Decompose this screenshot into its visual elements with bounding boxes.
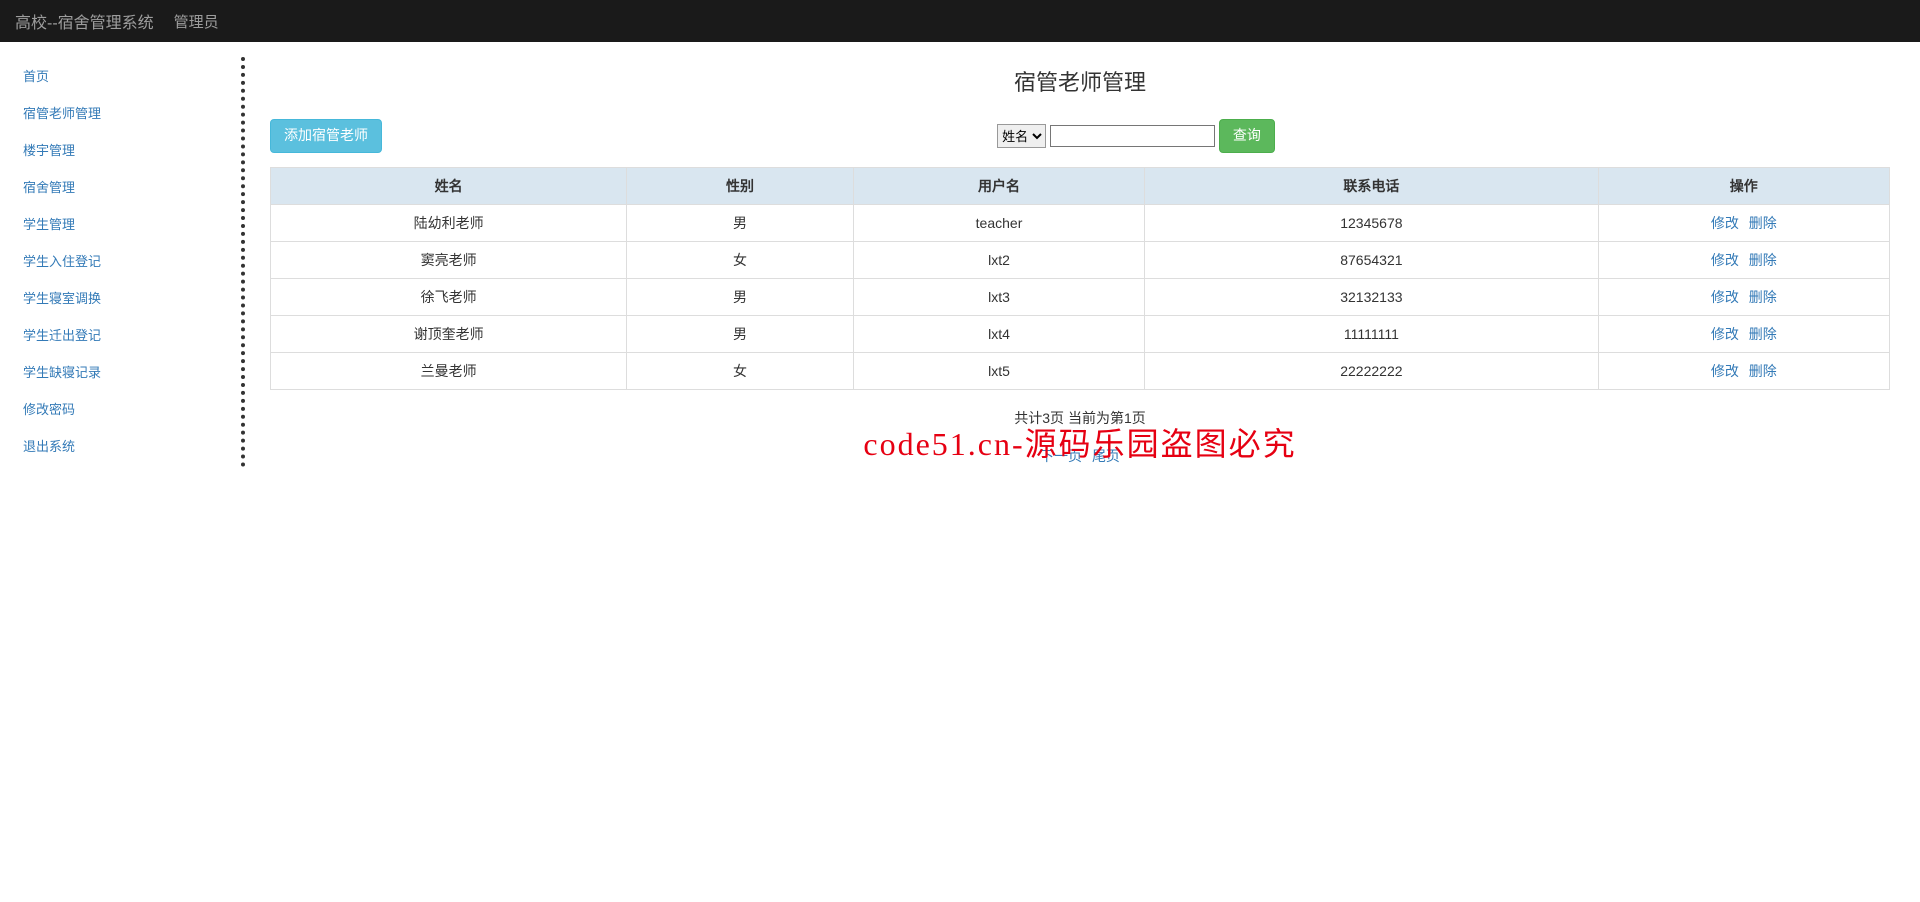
cell-username: lxt2 — [853, 241, 1144, 278]
cell-phone: 12345678 — [1145, 204, 1598, 241]
cell-name: 陆幼利老师 — [271, 204, 627, 241]
sidebar-item-building-mgmt[interactable]: 楼宇管理 — [23, 131, 223, 168]
th-username: 用户名 — [853, 167, 1144, 204]
sidebar-item-absence[interactable]: 学生缺寝记录 — [23, 353, 223, 390]
cell-name: 谢顶奎老师 — [271, 315, 627, 352]
toolbar: 添加宿管老师 姓名 查询 — [270, 119, 1890, 153]
th-name: 姓名 — [271, 167, 627, 204]
cell-name: 徐飞老师 — [271, 278, 627, 315]
main-content: 宿管老师管理 添加宿管老师 姓名 查询 姓名 性别 用户名 联系电话 操作 — [245, 57, 1915, 467]
delete-link[interactable]: 删除 — [1749, 326, 1777, 342]
th-gender: 性别 — [627, 167, 854, 204]
delete-link[interactable]: 删除 — [1749, 252, 1777, 268]
sidebar-item-home[interactable]: 首页 — [23, 57, 223, 94]
cell-username: lxt3 — [853, 278, 1144, 315]
navbar-brand[interactable]: 高校--宿舍管理系统 — [15, 9, 154, 33]
table-row: 窦亮老师女lxt287654321修改 删除 — [271, 241, 1890, 278]
sidebar-item-checkout[interactable]: 学生迁出登记 — [23, 316, 223, 353]
add-teacher-button[interactable]: 添加宿管老师 — [270, 119, 382, 153]
sidebar-item-checkin[interactable]: 学生入住登记 — [23, 242, 223, 279]
delete-link[interactable]: 删除 — [1749, 289, 1777, 305]
edit-link[interactable]: 修改 — [1711, 252, 1739, 268]
pagination-links: 下一页 尾页 — [270, 446, 1890, 466]
navbar-role[interactable]: 管理员 — [174, 11, 219, 32]
search-input[interactable] — [1050, 125, 1215, 147]
cell-phone: 11111111 — [1145, 315, 1598, 352]
teacher-table: 姓名 性别 用户名 联系电话 操作 陆幼利老师男teacher12345678修… — [270, 167, 1890, 390]
table-row: 兰曼老师女lxt522222222修改 删除 — [271, 352, 1890, 389]
sidebar-item-room-swap[interactable]: 学生寝室调换 — [23, 279, 223, 316]
cell-actions: 修改 删除 — [1598, 204, 1889, 241]
cell-gender: 男 — [627, 278, 854, 315]
th-phone: 联系电话 — [1145, 167, 1598, 204]
table-row: 谢顶奎老师男lxt411111111修改 删除 — [271, 315, 1890, 352]
search-button[interactable]: 查询 — [1219, 119, 1275, 153]
pagination-last[interactable]: 尾页 — [1092, 448, 1120, 464]
edit-link[interactable]: 修改 — [1711, 326, 1739, 342]
cell-gender: 女 — [627, 352, 854, 389]
pagination-next[interactable]: 下一页 — [1040, 448, 1082, 464]
sidebar-item-password[interactable]: 修改密码 — [23, 390, 223, 427]
navbar: 高校--宿舍管理系统 管理员 — [0, 0, 1920, 42]
delete-link[interactable]: 删除 — [1749, 363, 1777, 379]
cell-phone: 22222222 — [1145, 352, 1598, 389]
pagination-info: 共计3页 当前为第1页 — [270, 408, 1890, 428]
edit-link[interactable]: 修改 — [1711, 289, 1739, 305]
cell-gender: 男 — [627, 204, 854, 241]
cell-username: lxt5 — [853, 352, 1144, 389]
cell-phone: 32132133 — [1145, 278, 1598, 315]
cell-actions: 修改 删除 — [1598, 241, 1889, 278]
sidebar-item-logout[interactable]: 退出系统 — [23, 427, 223, 464]
cell-actions: 修改 删除 — [1598, 352, 1889, 389]
sidebar-item-dorm-mgmt[interactable]: 宿舍管理 — [23, 168, 223, 205]
cell-phone: 87654321 — [1145, 241, 1598, 278]
cell-name: 窦亮老师 — [271, 241, 627, 278]
cell-name: 兰曼老师 — [271, 352, 627, 389]
search-field-select[interactable]: 姓名 — [997, 124, 1046, 148]
page-title: 宿管老师管理 — [270, 65, 1890, 97]
cell-actions: 修改 删除 — [1598, 315, 1889, 352]
cell-gender: 女 — [627, 241, 854, 278]
th-action: 操作 — [1598, 167, 1889, 204]
delete-link[interactable]: 删除 — [1749, 215, 1777, 231]
edit-link[interactable]: 修改 — [1711, 215, 1739, 231]
sidebar-item-student-mgmt[interactable]: 学生管理 — [23, 205, 223, 242]
cell-actions: 修改 删除 — [1598, 278, 1889, 315]
table-row: 徐飞老师男lxt332132133修改 删除 — [271, 278, 1890, 315]
cell-username: teacher — [853, 204, 1144, 241]
cell-username: lxt4 — [853, 315, 1144, 352]
sidebar: 首页 宿管老师管理 楼宇管理 宿舍管理 学生管理 学生入住登记 学生寝室调换 学… — [5, 57, 245, 467]
edit-link[interactable]: 修改 — [1711, 363, 1739, 379]
table-row: 陆幼利老师男teacher12345678修改 删除 — [271, 204, 1890, 241]
sidebar-item-teacher-mgmt[interactable]: 宿管老师管理 — [23, 94, 223, 131]
cell-gender: 男 — [627, 315, 854, 352]
